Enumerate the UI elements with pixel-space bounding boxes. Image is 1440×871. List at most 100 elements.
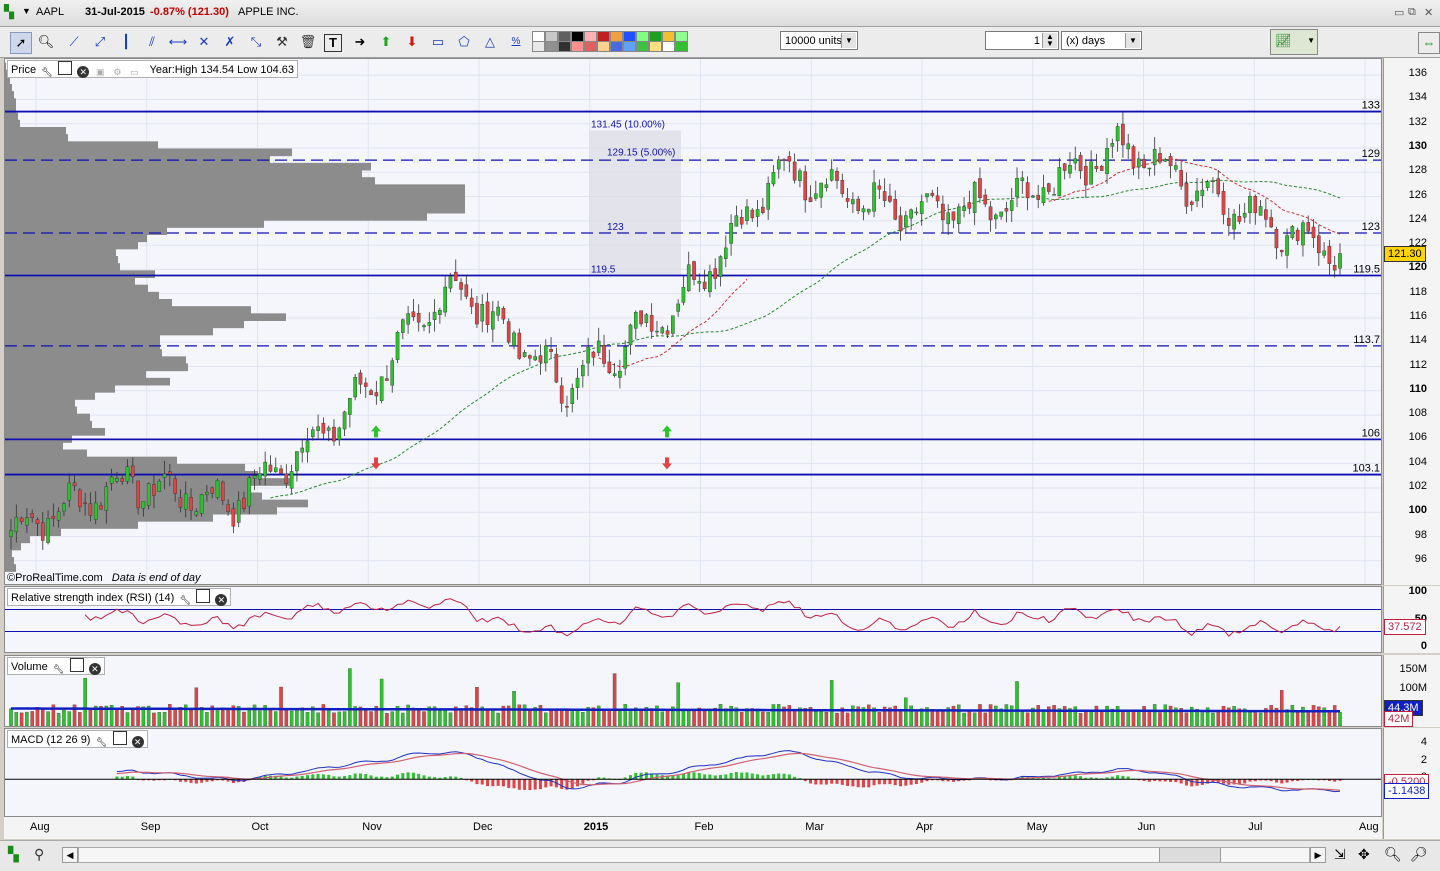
pointer-tool-icon[interactable]: ➚: [10, 32, 32, 54]
channel-icon[interactable]: ⫽: [142, 32, 162, 52]
zoom-icon[interactable]: 🔍︎: [36, 32, 56, 52]
close-icon[interactable]: ✕: [215, 594, 228, 606]
volume-bar: [62, 709, 66, 726]
price-pane[interactable]: 133 129 123 119.5 113.7 106 103.1 131.45 (10.00…: [4, 58, 1382, 585]
vertical-line-icon[interactable]: ┃: [116, 32, 136, 52]
horizontal-line-icon[interactable]: ⟷: [168, 32, 188, 52]
candle: [660, 327, 665, 334]
units-select[interactable]: 10000 units ▼: [780, 31, 858, 50]
window-icon[interactable]: [58, 61, 73, 75]
color-swatch[interactable]: [649, 41, 662, 52]
period-stepper[interactable]: 1 ▲ ▼: [985, 31, 1059, 50]
color-swatch[interactable]: [545, 41, 558, 52]
macd-histogram-bar: [819, 779, 823, 785]
scroll-left-button[interactable]: ◀: [62, 847, 78, 863]
indicator-icon[interactable]: ⚲: [34, 846, 44, 863]
lock-icon[interactable]: ▣: [94, 66, 106, 78]
color-swatch[interactable]: [675, 41, 688, 52]
color-swatch[interactable]: [636, 41, 649, 52]
volume-last-tag: 42M: [1384, 711, 1414, 728]
trash-icon[interactable]: 🗑︎: [298, 32, 318, 52]
macd-histogram-bar: [713, 775, 717, 780]
color-swatch[interactable]: [532, 41, 545, 52]
trendline-icon[interactable]: ⟋: [64, 32, 84, 52]
volume-profile-bar: [5, 112, 18, 121]
zoom-out-icon[interactable]: 🔎︎: [1410, 846, 1428, 863]
price-y-axis[interactable]: 136 134 132 130 128 126 124 122 120 118 116 114 112 1…: [1383, 58, 1440, 585]
fibonacci-fan-icon[interactable]: ✗: [220, 32, 240, 52]
color-swatch[interactable]: [597, 41, 610, 52]
volume-average-line: [11, 707, 1340, 713]
period-unit-select[interactable]: (x) days ▼: [1061, 31, 1142, 50]
chevron-down-icon[interactable]: ▼: [841, 33, 856, 48]
wrench-icon[interactable]: 🔧︎: [53, 663, 65, 675]
chart-type-icon[interactable]: ▚: [8, 846, 19, 863]
chevron-down-icon[interactable]: ▼: [1125, 33, 1140, 48]
wrench-icon[interactable]: 🔧︎: [96, 736, 108, 748]
color-swatch[interactable]: [584, 41, 597, 52]
volume-bar: [845, 712, 850, 726]
volume-bar: [416, 708, 421, 726]
close-icon[interactable]: ✕: [88, 663, 101, 675]
settings-icon[interactable]: ⚙: [111, 66, 123, 78]
time-axis[interactable]: Aug Sep Oct Nov Dec 2015 Feb Mar Apr May Jun Jul Aug: [4, 817, 1382, 839]
percent-tool-icon[interactable]: %: [506, 32, 526, 52]
window-icon[interactable]: [196, 589, 211, 603]
move-icon[interactable]: ✥: [1358, 846, 1370, 863]
window-icon[interactable]: [112, 731, 127, 745]
sell-arrow-icon[interactable]: ⬇: [402, 32, 422, 52]
macd-histogram-bar: [200, 779, 204, 783]
fan-icon[interactable]: ✕: [194, 32, 214, 52]
window-icon[interactable]: ▭: [128, 66, 140, 78]
buy-arrow-icon[interactable]: ⬆: [376, 32, 396, 52]
color-swatch[interactable]: [662, 41, 675, 52]
candle: [475, 303, 479, 325]
close-icon[interactable]: ✕: [1424, 6, 1433, 19]
rsi-pane[interactable]: Relative strength index (RSI) (14) 🔧︎ ✕: [4, 586, 1382, 653]
candle: [485, 301, 490, 325]
color-palette[interactable]: [532, 31, 688, 53]
volume-pane[interactable]: Volume 🔧︎ ✕: [4, 655, 1382, 727]
close-icon[interactable]: ✕: [77, 66, 90, 78]
chevron-down-icon[interactable]: ▼: [22, 6, 31, 16]
color-swatch[interactable]: [558, 41, 571, 52]
scroll-right-button[interactable]: ▶: [1310, 847, 1326, 863]
volume-bar: [570, 709, 575, 726]
volume-bar: [867, 704, 871, 726]
candle: [1036, 194, 1040, 200]
volume-bar: [1126, 709, 1130, 726]
horizontal-scrollbar[interactable]: [78, 847, 1310, 863]
chart-style-button[interactable]: 📈︎ ▼: [1270, 29, 1318, 55]
zoom-in-icon[interactable]: 🔍︎: [1384, 846, 1402, 863]
wrench-icon[interactable]: 🔧︎: [179, 594, 191, 606]
candle: [697, 281, 702, 284]
triangle-icon[interactable]: △: [480, 32, 500, 52]
fit-icon[interactable]: ⇲: [1334, 846, 1346, 863]
color-swatch[interactable]: [623, 41, 636, 52]
macd-histogram-bar: [771, 774, 775, 780]
window-icon[interactable]: [69, 658, 84, 672]
tools-icon[interactable]: ⚒: [272, 32, 292, 52]
volume-bar: [787, 705, 792, 726]
minimize-icon[interactable]: ▭: [1394, 6, 1404, 19]
arrow-right-icon[interactable]: ➜: [350, 32, 370, 52]
symbol[interactable]: AAPL: [36, 6, 64, 18]
text-tool-icon[interactable]: T: [324, 34, 342, 52]
scroll-thumb[interactable]: [1159, 848, 1221, 862]
color-swatch[interactable]: [610, 41, 623, 52]
spin-icon[interactable]: ▲ ▼: [1042, 33, 1057, 48]
color-swatch[interactable]: [571, 41, 584, 52]
restore-icon[interactable]: ⧉: [1408, 6, 1416, 19]
expand-icon[interactable]: ⇔: [1418, 32, 1440, 54]
gann-icon[interactable]: ⤡: [246, 32, 266, 52]
polygon-icon[interactable]: ⬠: [454, 32, 474, 52]
close-icon[interactable]: ✕: [131, 736, 144, 748]
wrench-icon[interactable]: 🔧︎: [41, 66, 53, 78]
candle: [1073, 158, 1078, 164]
macd-pane[interactable]: MACD (12 26 9) 🔧︎ ✕: [4, 728, 1382, 817]
macd-y-axis[interactable]: 420-2: [1383, 728, 1440, 817]
macd-line: [116, 750, 1341, 793]
volume-bar: [289, 710, 294, 726]
rectangle-icon[interactable]: ▭: [428, 32, 448, 52]
line-icon[interactable]: ⤢: [90, 32, 110, 52]
